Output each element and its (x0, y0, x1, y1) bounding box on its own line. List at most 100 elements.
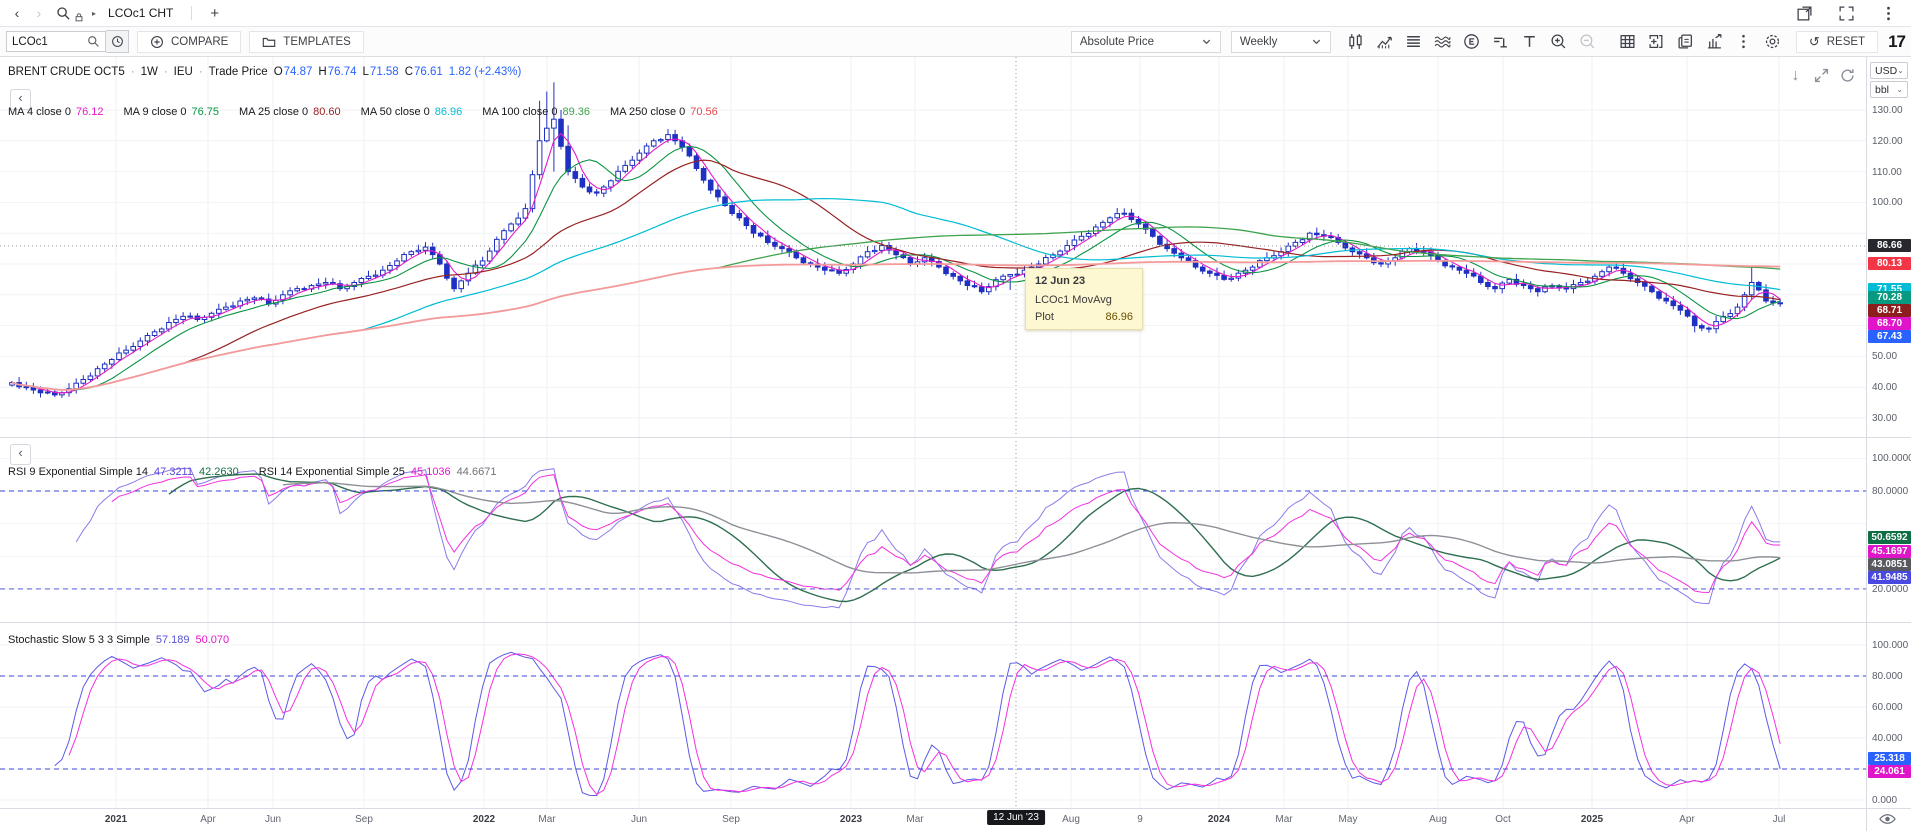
templates-button[interactable]: TEMPLATES (249, 31, 364, 53)
candle-body (537, 141, 542, 175)
currency-select[interactable]: USD⌄ (1870, 62, 1908, 79)
indicators-button[interactable] (1372, 30, 1398, 54)
candle-body (138, 341, 143, 347)
candle-body (737, 214, 742, 218)
reset-view-button[interactable] (1838, 66, 1857, 85)
unit-select[interactable]: bbl⌄ (1870, 81, 1908, 98)
candle-body (117, 353, 122, 360)
tab-title[interactable]: LCOc1 CHT (108, 6, 173, 20)
candle-body (559, 119, 564, 146)
candlestick-style-button[interactable] (1343, 30, 1369, 54)
candle-body (666, 135, 671, 140)
candle-body (965, 281, 970, 286)
candle-body (1643, 283, 1648, 287)
candle-body (766, 236, 771, 243)
scroll-to-latest-button[interactable]: ↓ (1786, 66, 1805, 85)
open-window-button[interactable] (1791, 1, 1817, 25)
more-options-button[interactable] (1731, 30, 1757, 54)
candle-body (1471, 273, 1476, 276)
rows-button[interactable] (1401, 30, 1427, 54)
time-label: 2024 (1208, 814, 1230, 825)
candle-body (794, 252, 799, 257)
candle-body (830, 270, 835, 271)
time-label: Apr (200, 814, 216, 825)
candle-body (1707, 328, 1712, 329)
pane-divider[interactable] (0, 437, 1911, 438)
maximize-pane-button[interactable] (1812, 66, 1831, 85)
candle-body (24, 387, 29, 388)
legend-part: O (274, 66, 283, 78)
chart-style-icons (1343, 30, 1601, 54)
text-tool-button[interactable] (1517, 30, 1543, 54)
scale-tick: 130.00 (1872, 105, 1903, 116)
candle-body (288, 291, 293, 295)
pane-controls: ↓ (1786, 66, 1857, 85)
symbol-input[interactable]: LCOc1 (6, 31, 106, 52)
legend-part: Stochastic Slow 5 3 3 Simple (8, 634, 150, 646)
events-button[interactable] (1459, 30, 1485, 54)
scale-tick: 50.00 (1872, 351, 1897, 362)
interval-select[interactable]: Weekly (1231, 31, 1331, 53)
rsi-legend[interactable]: RSI 9 Exponential Simple 1447.321142.263… (8, 466, 502, 478)
duplicate-button[interactable] (1673, 30, 1699, 54)
export-chart-button[interactable] (1702, 30, 1728, 54)
candle-body (1115, 214, 1120, 218)
grid-layout-button[interactable] (1615, 30, 1641, 54)
price-scale[interactable]: USD⌄ bbl⌄ 130.00120.00110.00100.0060.005… (1866, 57, 1911, 831)
chevron-down-icon (1201, 36, 1212, 47)
candle-body (637, 153, 642, 160)
settings-button[interactable] (1760, 30, 1786, 54)
forward-icon[interactable]: › (32, 5, 46, 21)
candle-body (701, 169, 706, 181)
reset-button[interactable]: ↺ RESET (1796, 31, 1878, 53)
time-label: 2025 (1581, 814, 1603, 825)
candle-body (1457, 267, 1462, 270)
stoch-legend[interactable]: Stochastic Slow 5 3 3 Simple57.18950.070 (8, 634, 235, 646)
ma-label: MA 4 close 0 (8, 106, 71, 118)
candle-body (217, 309, 222, 313)
collapse-rsi-pane-button[interactable]: ‹ (10, 444, 31, 465)
data-tooltip: 12 Jun 23 LCOc1 MovAvg Plot 86.96 (1025, 268, 1143, 330)
candle-body (751, 226, 756, 234)
price-badge: 25.318 (1868, 752, 1911, 765)
scale-tick: 40.00 (1872, 382, 1897, 393)
candle-body (1058, 251, 1063, 255)
price-badge: 24.061 (1868, 765, 1911, 778)
more-vertical-button[interactable] (1875, 1, 1901, 25)
add-pane-button[interactable] (1644, 30, 1670, 54)
pane-divider[interactable] (0, 622, 1911, 623)
candle-body (573, 172, 578, 179)
zoom-out-button[interactable] (1575, 30, 1601, 54)
ma-value: 76.12 (76, 106, 104, 118)
layout-icons (1615, 30, 1786, 54)
lock-icon (74, 8, 84, 26)
ma-legend-item: MA 50 close 086.96 (361, 106, 469, 118)
legend-part: · (164, 66, 168, 78)
compare-button[interactable]: COMPARE (137, 31, 241, 53)
compare-scale-icon (1492, 33, 1509, 50)
eye-icon[interactable] (1879, 812, 1896, 830)
fullscreen-button[interactable] (1833, 1, 1859, 25)
candle-body (124, 350, 129, 353)
time-label: Mar (538, 814, 555, 825)
scale-tick: 110.00 (1872, 167, 1902, 178)
waves-icon (1434, 33, 1451, 50)
history-clock-button[interactable] (106, 30, 129, 53)
search-icon[interactable] (54, 4, 72, 22)
compare-scale-button[interactable] (1488, 30, 1514, 54)
new-tab-button[interactable]: + (210, 5, 219, 22)
candle-body (1072, 240, 1077, 246)
legend-part: 45.1036 (411, 466, 451, 478)
zoom-in-button[interactable] (1546, 30, 1572, 54)
symbol-legend[interactable]: BRENT CRUDE OCT5·1W·IEU·Trade PriceO74.8… (8, 66, 527, 78)
candle-body (780, 246, 785, 248)
waves-button[interactable] (1430, 30, 1456, 54)
zoom-in-icon (1550, 33, 1567, 50)
chart-canvas[interactable] (0, 0, 1911, 831)
candle-body (1671, 301, 1676, 306)
ma-legend[interactable]: MA 4 close 076.12MA 9 close 076.75MA 25 … (8, 106, 738, 118)
back-icon[interactable]: ‹ (10, 5, 24, 21)
candle-body (1564, 288, 1569, 289)
price-mode-select[interactable]: Absolute Price (1071, 31, 1221, 53)
search-icon (87, 35, 100, 48)
